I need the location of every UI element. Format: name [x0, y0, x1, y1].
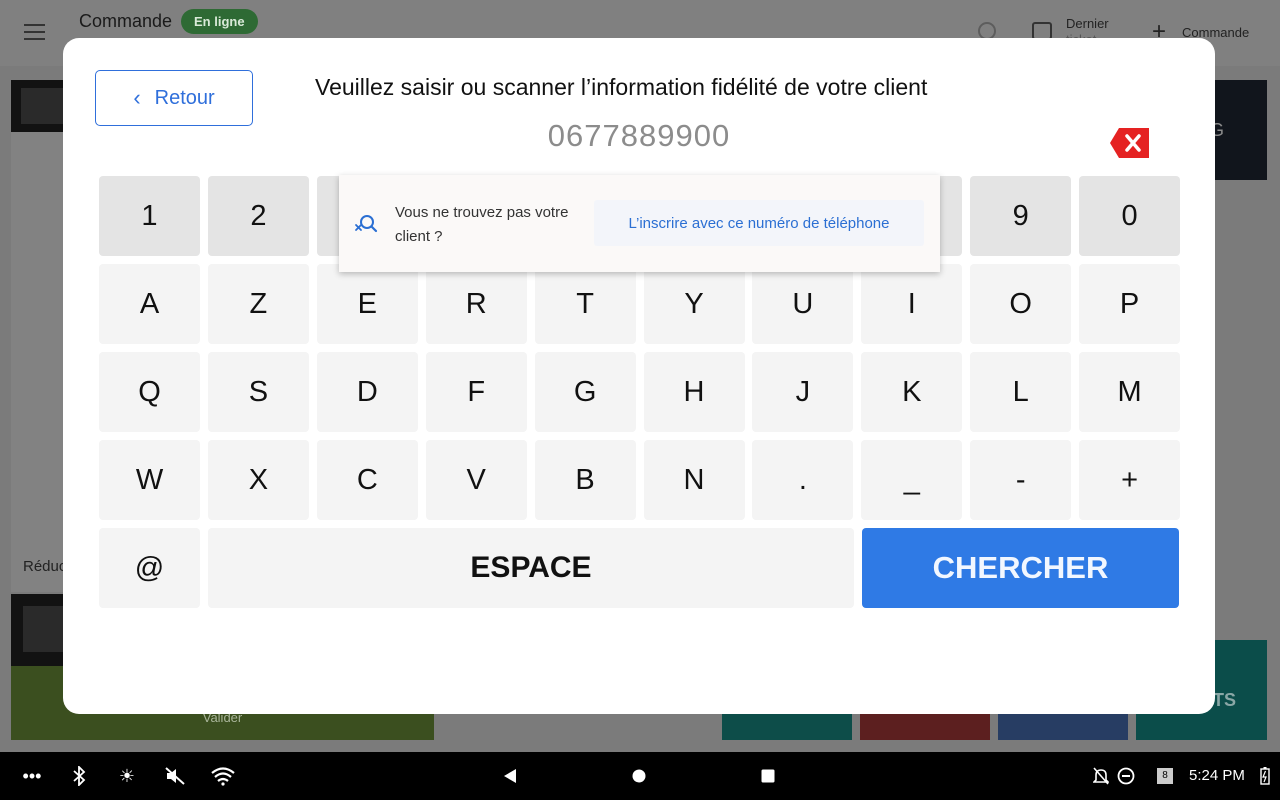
- app-title: Commande: [79, 11, 173, 31]
- key-row4-1[interactable]: X: [207, 440, 309, 520]
- key-row1-0[interactable]: 1: [99, 176, 200, 256]
- key-row4-6[interactable]: .: [752, 440, 854, 520]
- key-row3-7[interactable]: K: [861, 352, 963, 432]
- space-key[interactable]: ESPACE: [208, 528, 854, 608]
- prompt-text: Veuillez saisir ou scanner l’information…: [315, 74, 928, 100]
- register-with-phone-button[interactable]: L’inscrire avec ce numéro de téléphone: [594, 200, 924, 246]
- key-row2-7[interactable]: I: [861, 264, 963, 344]
- recents-nav-icon[interactable]: [759, 752, 777, 800]
- system-bar: ••• ☀ 8 5:24 PM: [0, 752, 1280, 800]
- search-not-found-icon: [355, 215, 378, 233]
- reduction-label: Réduc: [23, 558, 67, 575]
- more-icon[interactable]: •••: [20, 752, 44, 800]
- key-row4-3[interactable]: V: [425, 440, 527, 520]
- chevron-left-icon: ‹: [133, 85, 141, 110]
- clock: 5:24 PM: [1189, 767, 1245, 784]
- customer-icon-button[interactable]: [21, 88, 65, 124]
- backspace-icon[interactable]: [1109, 127, 1151, 159]
- key-row1-1[interactable]: 2: [207, 176, 309, 256]
- key-row2-4[interactable]: T: [534, 264, 636, 344]
- key-row3-5[interactable]: H: [643, 352, 745, 432]
- status-badge: En ligne: [181, 9, 258, 34]
- notifications-off-icon[interactable]: [1092, 752, 1110, 800]
- battery-icon: [1258, 752, 1272, 800]
- key-row3-8[interactable]: L: [970, 352, 1072, 432]
- sound-off-icon[interactable]: [163, 752, 187, 800]
- key-row2-0[interactable]: A: [99, 264, 200, 344]
- key-row3-9[interactable]: M: [1079, 352, 1181, 432]
- notification-count-badge: 8: [1156, 752, 1174, 800]
- key-row2-3[interactable]: R: [425, 264, 527, 344]
- do-not-disturb-icon[interactable]: [1116, 752, 1136, 800]
- key-row4-2[interactable]: C: [316, 440, 418, 520]
- key-row4-9[interactable]: +: [1079, 440, 1181, 520]
- menu-icon[interactable]: [24, 24, 45, 40]
- key-row3-3[interactable]: F: [425, 352, 527, 432]
- last-ticket-button[interactable]: Dernier ticket: [1066, 16, 1109, 40]
- search-button[interactable]: CHERCHER: [862, 528, 1179, 608]
- key-row1-8[interactable]: 9: [970, 176, 1072, 256]
- back-label: Retour: [154, 86, 215, 109]
- key-row3-6[interactable]: J: [752, 352, 854, 432]
- bluetooth-icon[interactable]: [68, 752, 90, 800]
- key-row3-4[interactable]: G: [534, 352, 636, 432]
- key-row2-5[interactable]: Y: [643, 264, 745, 344]
- key-row2-9[interactable]: P: [1079, 264, 1181, 344]
- key-row2-1[interactable]: Z: [207, 264, 309, 344]
- key-row4-7[interactable]: _: [861, 440, 963, 520]
- back-nav-icon[interactable]: [500, 752, 520, 800]
- brightness-icon[interactable]: ☀: [116, 752, 138, 800]
- key-row4-8[interactable]: -: [970, 440, 1072, 520]
- key-row3-0[interactable]: Q: [99, 352, 200, 432]
- key-row2-2[interactable]: E: [316, 264, 418, 344]
- notification-count: 8: [1157, 768, 1173, 784]
- key-at[interactable]: @: [99, 528, 200, 608]
- key-row4-5[interactable]: N: [643, 440, 745, 520]
- last-ticket-label: Dernier: [1066, 16, 1109, 31]
- loyalty-modal: ‹ Retour Veuillez saisir ou scanner l’in…: [63, 38, 1215, 714]
- key-row4-4[interactable]: B: [534, 440, 636, 520]
- popup-message: Vous ne trouvez pas votre client ?: [395, 204, 569, 245]
- key-row1-9[interactable]: 0: [1079, 176, 1181, 256]
- key-row4-0[interactable]: W: [99, 440, 200, 520]
- home-nav-icon[interactable]: [630, 752, 648, 800]
- not-found-popup: Vous ne trouvez pas votre client ? L’ins…: [339, 175, 940, 272]
- wifi-icon[interactable]: [209, 752, 237, 800]
- key-row2-8[interactable]: O: [970, 264, 1072, 344]
- key-row3-1[interactable]: S: [207, 352, 309, 432]
- key-row2-6[interactable]: U: [752, 264, 854, 344]
- entry-field: 0677889900: [547, 118, 731, 153]
- key-row3-2[interactable]: D: [316, 352, 418, 432]
